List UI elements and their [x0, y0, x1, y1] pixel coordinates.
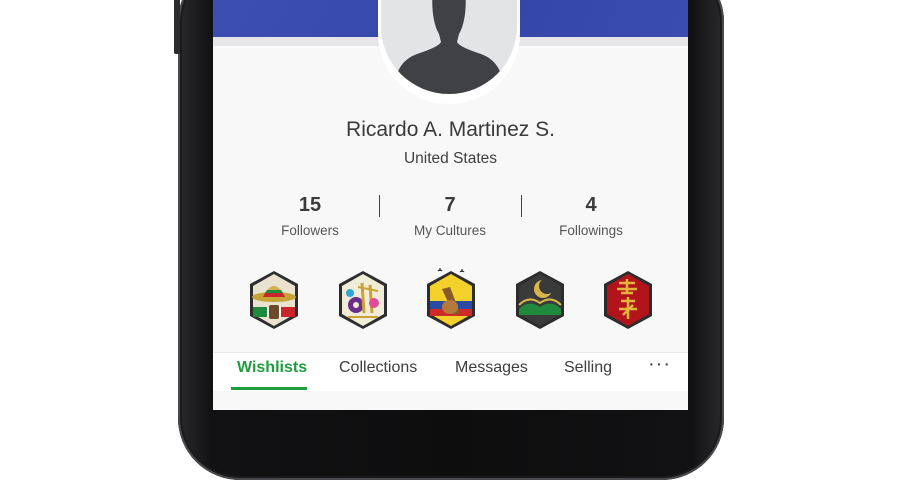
- profile-name: Ricardo A. Martinez S.: [346, 118, 555, 141]
- music-mask-badge-icon[interactable]: [336, 269, 390, 331]
- stat-value: 4: [585, 194, 597, 216]
- stat-followers[interactable]: 15 Followers: [235, 194, 385, 238]
- stat-my-cultures[interactable]: 7 My Cultures: [375, 194, 525, 238]
- more-tabs-icon[interactable]: ···: [648, 353, 671, 376]
- stat-value: 7: [444, 194, 456, 216]
- tab-wishlists[interactable]: Wishlists: [237, 359, 307, 377]
- tab-collections[interactable]: Collections: [339, 359, 417, 377]
- active-tab-indicator: [231, 387, 307, 390]
- profile-tabs: Wishlists Collections Messages Selling ·…: [213, 352, 688, 391]
- phone-volume-button: [174, 0, 180, 54]
- tab-messages[interactable]: Messages: [455, 359, 528, 377]
- stat-label: My Cultures: [413, 223, 486, 238]
- mexico-sombrero-badge-icon[interactable]: [247, 269, 301, 331]
- stat-label: Followers: [281, 223, 339, 238]
- tab-selling[interactable]: Selling: [564, 359, 612, 377]
- colombia-music-badge-icon[interactable]: [424, 267, 478, 329]
- avatar[interactable]: [381, 0, 517, 94]
- crescent-moon-mosque-badge-icon[interactable]: [513, 269, 567, 331]
- stat-value: 15: [298, 194, 322, 216]
- stat-followings[interactable]: 4 Followings: [516, 194, 666, 238]
- chinese-calligraphy-badge-icon[interactable]: [601, 269, 655, 331]
- default-user-silhouette-icon: [381, 0, 517, 94]
- profile-country: United States: [403, 150, 498, 167]
- app-screen: Ricardo A. Martinez S. United States 15 …: [213, 0, 688, 410]
- stat-label: Followings: [559, 223, 623, 238]
